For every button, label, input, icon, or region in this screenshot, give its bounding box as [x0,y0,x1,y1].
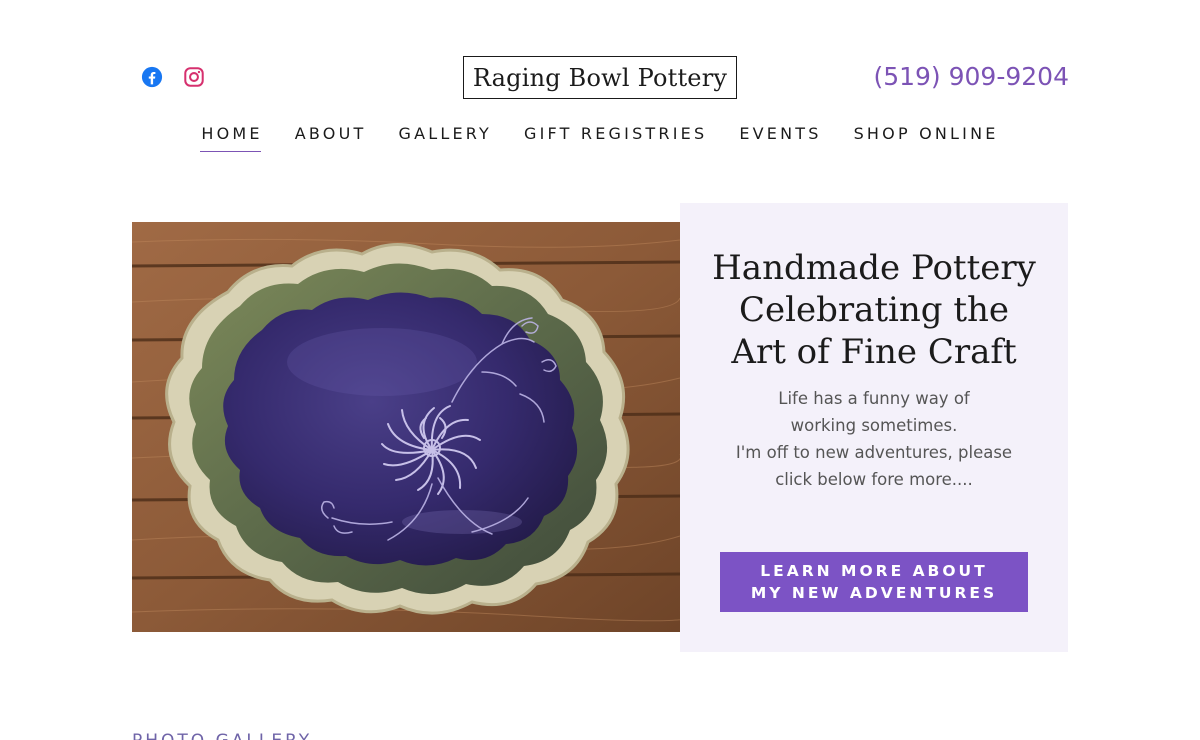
learn-more-button-line: MY NEW ADVENTURES [750,584,998,602]
hero-image [132,222,680,632]
section-heading-photo-gallery: PHOTO GALLERY [132,731,312,740]
hero-title: Handmade Pottery Celebrating the Art of … [680,247,1068,373]
site-logo[interactable]: Raging Bowl Pottery [463,56,737,99]
instagram-icon [184,67,204,87]
nav-item-shop-online[interactable]: SHOP ONLINE [854,124,999,152]
learn-more-button-line: LEARN MORE ABOUT [760,562,988,580]
social-links [141,66,205,88]
nav-item-gift-registries[interactable]: GIFT REGISTRIES [524,124,707,152]
site-title: Raging Bowl Pottery [472,63,728,92]
nav-item-events[interactable]: EVENTS [739,124,821,152]
page: Raging Bowl Pottery (519) 909-9204 HOME … [0,0,1200,740]
facebook-link[interactable] [141,66,163,88]
learn-more-button[interactable]: LEARN MORE ABOUT MY NEW ADVENTURES [720,552,1028,612]
phone-link[interactable]: (519) 909-9204 [873,62,1069,91]
hero-body-text: Life has a funny way of working sometime… [680,385,1068,493]
instagram-link[interactable] [183,66,205,88]
facebook-icon [141,66,163,88]
hero-card: Handmade Pottery Celebrating the Art of … [680,203,1068,652]
hero-title-line: Handmade Pottery [712,248,1036,288]
hero-body-line: Life has a funny way of [778,389,970,408]
main-nav: HOME ABOUT GALLERY GIFT REGISTRIES EVENT… [0,124,1200,152]
hero-title-line: Art of Fine Craft [731,332,1017,372]
hero-body-line: click below fore more.... [775,470,973,489]
hero-body-line: working sometimes. [790,416,958,435]
hero-title-line: Celebrating the [738,290,1010,330]
nav-item-gallery[interactable]: GALLERY [398,124,492,152]
nav-item-about[interactable]: ABOUT [295,124,367,152]
nav-item-home[interactable]: HOME [200,124,262,152]
hero-body-line: I'm off to new adventures, please [735,443,1013,462]
